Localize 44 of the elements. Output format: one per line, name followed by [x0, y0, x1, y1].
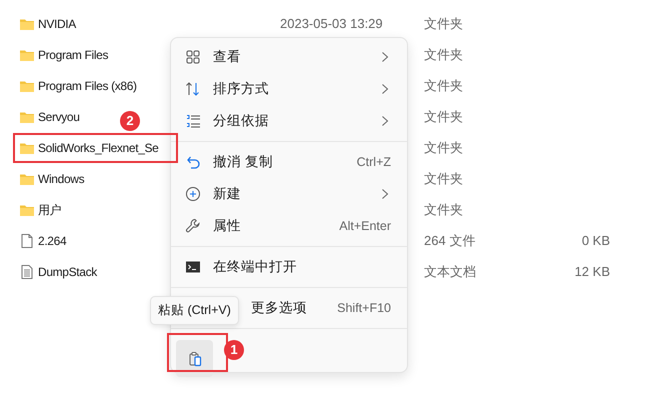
- view-icon: [185, 49, 201, 65]
- file-type: 文件夹: [424, 14, 463, 33]
- file-name[interactable]: SolidWorks_Flexnet_Se: [38, 138, 158, 156]
- menu-item[interactable]: 排序方式: [175, 73, 403, 105]
- file-size: 0 KB: [582, 232, 610, 250]
- shortcut-text: Alt+Enter: [339, 218, 391, 235]
- terminal-icon: [185, 259, 201, 275]
- shortcut-text: Ctrl+Z: [356, 154, 391, 171]
- menu-item[interactable]: 属性 Alt+Enter: [175, 210, 403, 242]
- file-name[interactable]: Program Files (x86): [38, 76, 137, 94]
- file-name[interactable]: NVIDIA: [38, 14, 76, 32]
- file-type: 文件夹: [424, 46, 463, 64]
- menu-item[interactable]: 在终端中打开: [175, 251, 403, 283]
- add-icon: [185, 186, 201, 202]
- document-icon: [19, 264, 35, 280]
- file-icon: [19, 232, 35, 248]
- file-name[interactable]: Program Files: [38, 46, 108, 64]
- tooltip: 粘贴 (Ctrl+V): [150, 296, 239, 325]
- file-name[interactable]: Windows: [38, 170, 84, 188]
- file-type: 文件夹: [424, 76, 463, 95]
- shortcut-text: Shift+F10: [337, 300, 391, 317]
- undo-icon: [185, 154, 201, 170]
- menu-item[interactable]: 撤消 复制 Ctrl+Z: [175, 146, 403, 178]
- file-type: 文件夹: [424, 108, 463, 126]
- file-name[interactable]: 用户: [38, 200, 62, 218]
- group-icon: [185, 113, 201, 129]
- file-type: 文件夹: [424, 200, 463, 219]
- file-type: 文件夹: [424, 138, 463, 157]
- file-type: 文件夹: [424, 170, 463, 188]
- sort-icon: [185, 81, 201, 97]
- menu-item[interactable]: 分组依据: [175, 105, 403, 137]
- wrench-icon: [185, 218, 201, 234]
- file-type: 文本文档: [424, 262, 476, 281]
- date-modified: 2023-05-03 13:29: [280, 14, 383, 33]
- step-number: 2: [120, 111, 140, 131]
- file-name[interactable]: Servyou: [38, 108, 80, 126]
- file-name[interactable]: 2.264: [38, 232, 66, 250]
- menu-item[interactable]: 查看: [175, 41, 403, 73]
- paste-button[interactable]: [176, 340, 213, 377]
- file-size: 12 KB: [574, 262, 610, 281]
- paste-icon: [186, 350, 202, 366]
- file-type: 264 文件: [424, 232, 476, 250]
- menu-item[interactable]: 新建: [175, 178, 403, 210]
- file-name[interactable]: DumpStack: [38, 262, 97, 280]
